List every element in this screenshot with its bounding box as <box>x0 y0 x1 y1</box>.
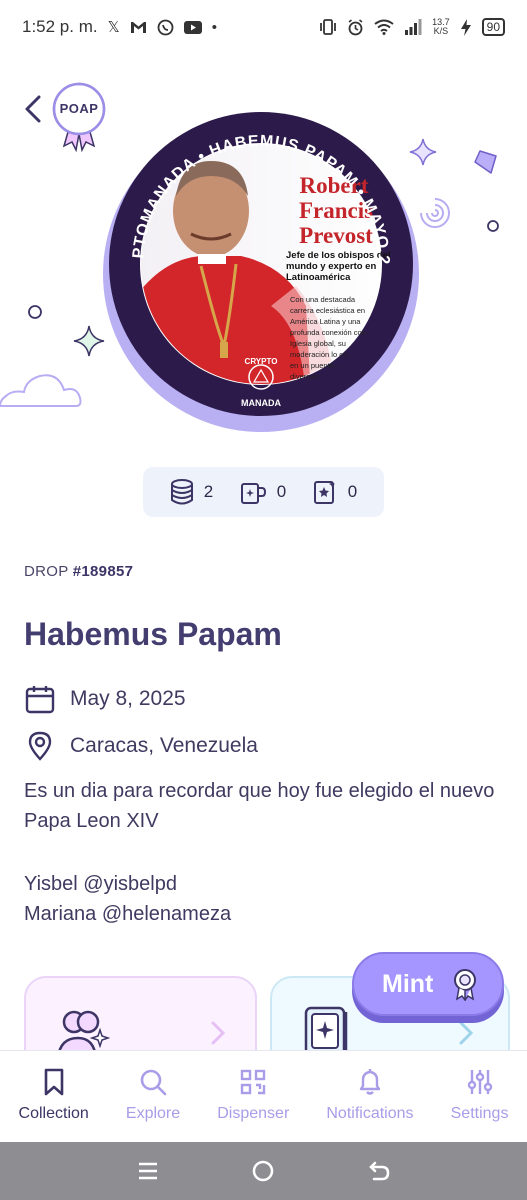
qr-icon <box>241 1069 266 1095</box>
event-location-row: Caracas, Venezuela <box>24 730 258 762</box>
gmail-icon <box>130 21 147 34</box>
event-title: Habemus Papam <box>24 616 282 652</box>
back-system-button[interactable] <box>359 1151 399 1191</box>
menu-lines-icon <box>138 1162 157 1180</box>
nav-collection-label: Collection <box>18 1105 89 1122</box>
nav-settings[interactable]: Settings <box>450 1067 509 1123</box>
home-circle-icon <box>253 1160 274 1182</box>
net-speed: 13.7 K/S <box>432 18 450 36</box>
dot-indicator-icon: • <box>211 18 217 36</box>
nav-collection[interactable]: Collection <box>19 1067 89 1123</box>
poap-badge-text: POAP <box>59 101 99 116</box>
circle-deco-icon <box>487 220 499 232</box>
moments-stat[interactable]: 0 <box>239 479 286 505</box>
diamond-icon <box>474 150 497 174</box>
bookmark-icon <box>44 1068 63 1096</box>
credit-line: Mariana @helenameza <box>24 903 232 925</box>
nav-explore[interactable]: Explore <box>126 1067 180 1123</box>
vibrate-icon <box>319 19 337 35</box>
home-button[interactable] <box>243 1151 283 1191</box>
artwork-body-line: profunda conexión con <box>290 328 366 337</box>
drop-id: DROP #189857 <box>24 563 133 580</box>
event-date: May 8, 2025 <box>70 687 186 710</box>
youtube-icon <box>183 20 202 34</box>
moments-count: 0 <box>276 482 287 501</box>
logo-bottom-text: MANADA <box>241 398 281 408</box>
back-arrow-icon <box>369 1161 390 1181</box>
wifi-icon <box>374 19 394 35</box>
alarm-icon <box>347 18 364 36</box>
collectors-stat[interactable]: 2 <box>170 479 213 505</box>
status-time: 1:52 p. m. <box>22 17 98 36</box>
mint-label: Mint <box>382 969 434 998</box>
mint-button[interactable]: Mint <box>352 952 504 1016</box>
signal-icon <box>404 19 422 35</box>
nav-dispenser[interactable]: Dispenser <box>217 1067 289 1123</box>
drop-label-text: DROP <box>24 563 69 580</box>
artwork-name-line3: Prevost <box>299 223 373 248</box>
sliders-icon <box>467 1070 492 1094</box>
nav-settings-label: Settings <box>450 1105 509 1122</box>
nav-notifications-label: Notifications <box>326 1105 414 1122</box>
credit-line: Yisbel @yisbelpd <box>24 873 177 895</box>
circle-deco-icon <box>28 305 42 319</box>
bottom-navigation: Collection Explore Dispenser Notificatio… <box>0 1050 527 1142</box>
event-date-row: May 8, 2025 <box>24 683 186 715</box>
artwork-body-line: carrera eclesiástica en <box>290 306 365 315</box>
battery-indicator: 90 <box>481 18 505 36</box>
artwork-body-line: Con una destacada <box>290 295 356 304</box>
chevron-left-icon <box>25 95 41 123</box>
whatsapp-icon <box>157 19 174 36</box>
poap-artwork: Robert Francis Prevost Jefe de los obisp… <box>90 93 426 436</box>
chevron-right-icon <box>459 1021 474 1045</box>
status-bar: 1:52 p. m. 𝕏 • 13.7 K/S 90 <box>0 0 527 54</box>
bell-icon <box>359 1069 381 1095</box>
system-navigation-bar <box>0 1142 527 1200</box>
artwork-body-line: en un puente... <box>290 361 340 370</box>
stats-box: 2 0 0 <box>143 467 384 517</box>
artwork-body-line: moderación lo co... <box>290 350 353 359</box>
artwork-body-line: diversas... <box>290 372 324 381</box>
calendar-icon <box>25 686 55 714</box>
event-description: Es un dia para recordar que hoy fue eleg… <box>24 780 495 832</box>
nav-explore-label: Explore <box>125 1105 181 1122</box>
nav-notifications[interactable]: Notifications <box>326 1067 414 1123</box>
collections-count: 0 <box>347 482 358 501</box>
star-book-icon <box>313 481 335 504</box>
event-credits: Yisbel @yisbelpd Mariana @helenameza <box>24 869 231 929</box>
location-pin-icon <box>28 731 52 761</box>
cloud-icon <box>0 374 82 407</box>
net-speed-unit: K/S <box>433 26 449 36</box>
nav-dispenser-label: Dispenser <box>217 1105 290 1122</box>
charging-icon <box>460 18 472 36</box>
artwork-body-line: Iglesia global, su <box>290 339 346 348</box>
collectors-count: 2 <box>203 482 214 501</box>
mug-sparkle-icon <box>240 483 266 504</box>
database-icon <box>170 479 193 505</box>
chevron-right-icon <box>211 1021 226 1045</box>
x-app-icon: 𝕏 <box>107 19 120 36</box>
drop-number: #189857 <box>72 563 134 580</box>
recent-apps-button[interactable] <box>128 1151 168 1191</box>
back-button[interactable] <box>18 92 48 126</box>
search-icon <box>140 1069 167 1096</box>
artwork-body-line: América Latina y una <box>290 317 361 326</box>
event-location: Caracas, Venezuela <box>70 734 258 757</box>
badge-award-icon <box>454 969 477 1001</box>
collections-stat[interactable]: 0 <box>312 479 357 505</box>
